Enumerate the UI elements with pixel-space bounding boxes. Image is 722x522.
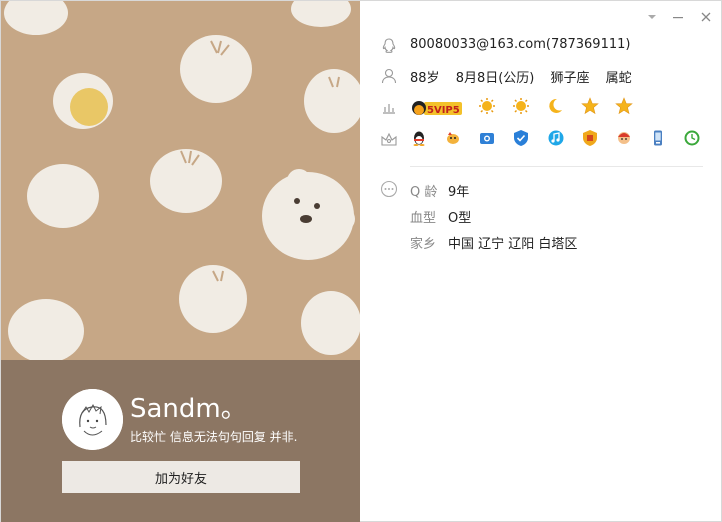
crown-icon — [380, 130, 398, 148]
sun-icon[interactable] — [512, 97, 530, 119]
qq-age-label: Q 龄 — [410, 185, 438, 200]
avatar-show-icon[interactable] — [615, 129, 633, 151]
vip-badge-text: 5VIP5 — [427, 105, 460, 116]
blood-type-value: O型 — [448, 211, 472, 226]
mobile-icon[interactable] — [649, 129, 667, 151]
profile-wallpaper — [1, 1, 360, 360]
profile-details: 80080033@163.com(787369111) 88岁 8月8日(公历)… — [360, 1, 722, 522]
pet-icon[interactable] — [444, 129, 462, 151]
security-shield-icon[interactable] — [512, 129, 530, 151]
avatar[interactable] — [62, 389, 123, 450]
sun-icon[interactable] — [478, 97, 496, 119]
hometown-value: 中国 辽宁 辽阳 白塔区 — [448, 237, 578, 252]
section-divider — [410, 166, 703, 167]
profile-card: Sandm。 比较忙 信息无法句句回复 并非. 加为好友 — [1, 1, 360, 522]
account-text: 80080033@163.com(787369111) — [410, 37, 631, 52]
services-row — [360, 127, 722, 151]
qq-age-value: 9年 — [448, 185, 470, 200]
moon-icon[interactable] — [546, 97, 564, 119]
add-friend-button[interactable]: 加为好友 — [62, 461, 300, 493]
personal-row: 88岁 8月8日(公历) 狮子座 属蛇 — [360, 64, 722, 88]
star-icon[interactable] — [614, 97, 633, 119]
blood-type-label: 血型 — [410, 211, 437, 226]
star-icon[interactable] — [580, 97, 599, 119]
clock-icon[interactable] — [683, 129, 701, 151]
chart-icon — [380, 98, 398, 116]
game-shield-icon[interactable] — [581, 129, 599, 151]
birthday-text: 8月8日(公历) — [455, 71, 535, 86]
user-icon — [380, 67, 398, 85]
account-row: 80080033@163.com(787369111) — [360, 34, 722, 58]
nickname: Sandm。 — [130, 394, 247, 424]
signature: 比较忙 信息无法句句回复 并非. — [130, 430, 298, 444]
level-row: 5VIP5 — [360, 95, 722, 119]
zodiac-text: 狮子座 — [550, 71, 590, 86]
profile-window: Sandm。 比较忙 信息无法句句回复 并非. 加为好友 80080033@16… — [0, 0, 722, 522]
photo-icon[interactable] — [478, 129, 496, 151]
qq-icon — [380, 37, 398, 55]
vip-badge[interactable]: 5VIP5 — [410, 99, 462, 117]
more-icon[interactable] — [380, 180, 398, 198]
hometown-label: 家乡 — [410, 237, 437, 252]
music-icon[interactable] — [547, 129, 565, 151]
qq-penguin-icon[interactable] — [410, 129, 428, 151]
chinese-zodiac-text: 属蛇 — [605, 71, 632, 86]
age-text: 88岁 — [410, 71, 440, 86]
